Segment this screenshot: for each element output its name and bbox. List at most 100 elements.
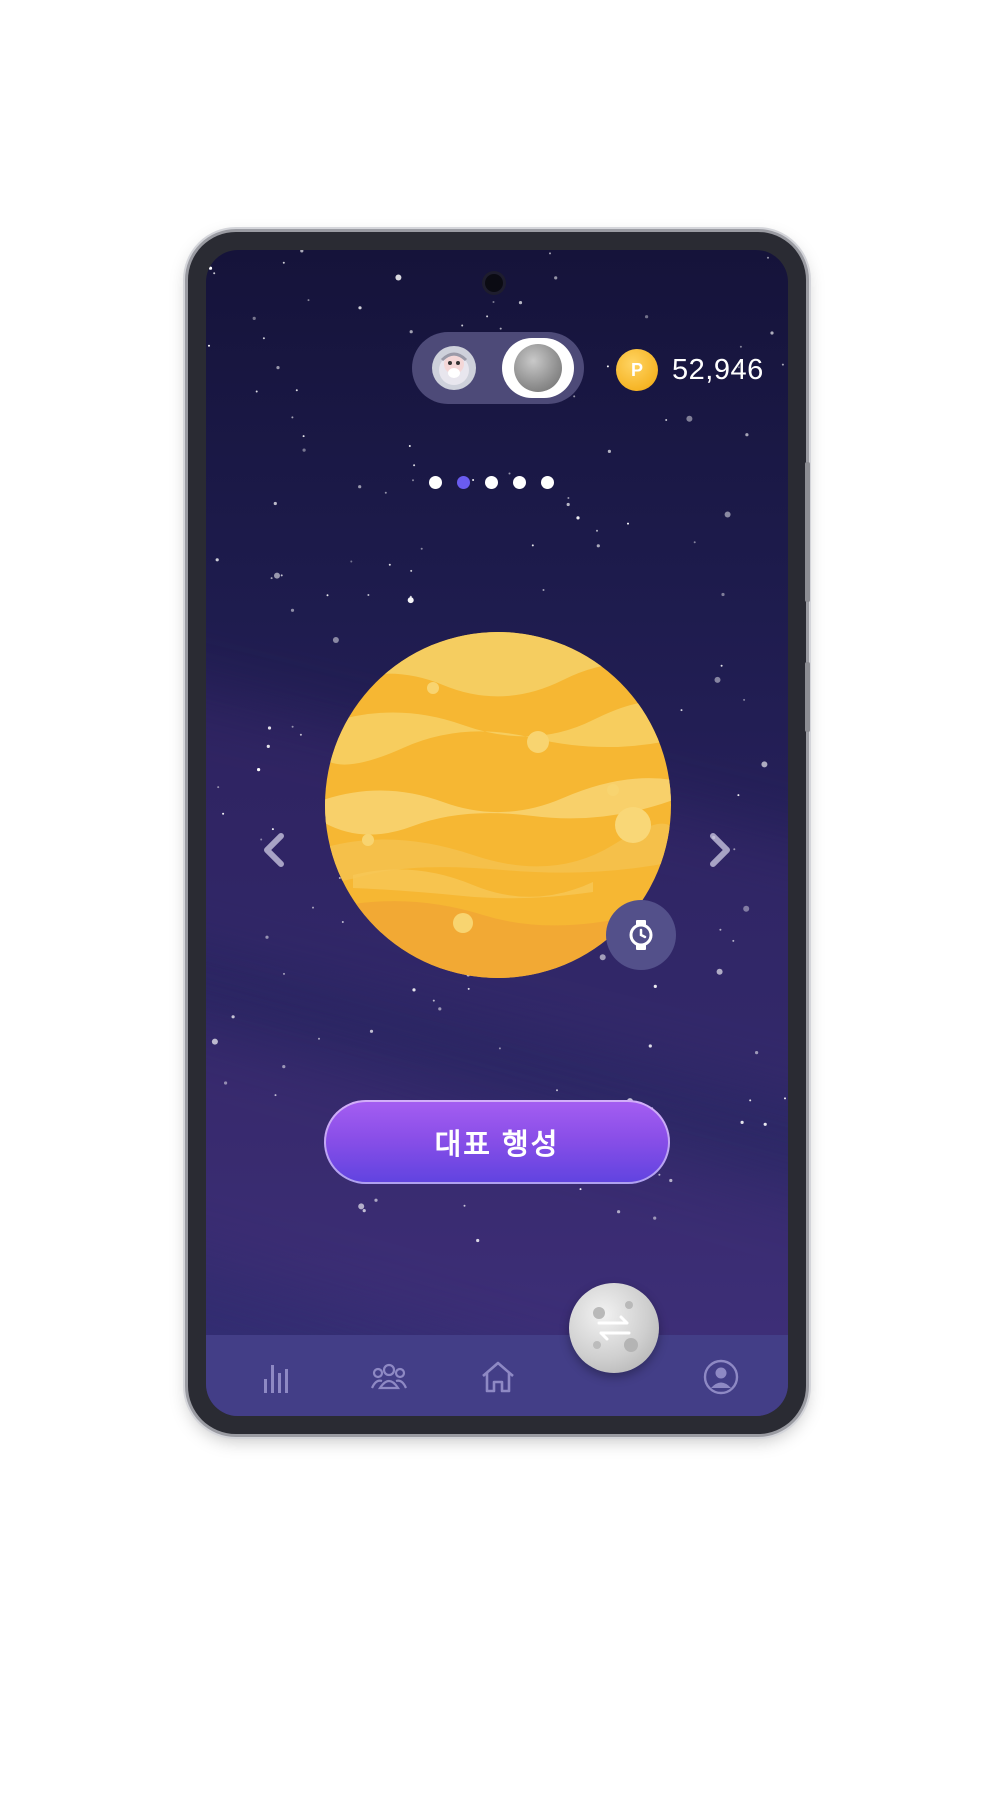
star <box>291 725 294 728</box>
star <box>556 1089 558 1092</box>
star <box>665 419 668 421</box>
star <box>350 560 353 563</box>
phone-frame: P 52,946 대표 행성 <box>188 232 810 1434</box>
star <box>492 301 495 303</box>
star <box>463 1204 466 1207</box>
star <box>290 608 295 612</box>
star <box>432 999 435 1002</box>
star <box>299 733 302 736</box>
watch-button[interactable] <box>606 900 676 970</box>
chevron-left-icon <box>264 833 284 867</box>
page-dot[interactable] <box>429 476 442 489</box>
profile-icon <box>703 1359 739 1395</box>
star <box>217 786 220 789</box>
star <box>606 365 609 368</box>
coin-icon: P <box>616 349 658 391</box>
star <box>763 1122 767 1126</box>
star <box>358 1203 365 1210</box>
page-indicator <box>429 476 554 489</box>
star <box>222 812 225 815</box>
nav-home[interactable] <box>478 1357 518 1397</box>
star <box>732 939 735 942</box>
star <box>719 928 722 931</box>
chevron-right-icon <box>710 833 730 867</box>
star <box>410 569 413 572</box>
group-icon <box>371 1363 407 1390</box>
star <box>302 435 305 438</box>
star <box>211 1038 218 1045</box>
star <box>438 1007 442 1011</box>
star <box>262 337 265 340</box>
watch-icon <box>629 920 653 950</box>
star <box>461 324 464 327</box>
points-value: 52,946 <box>672 353 764 386</box>
star <box>291 416 294 419</box>
nav-stats[interactable] <box>258 1357 298 1397</box>
star <box>767 256 769 259</box>
star <box>358 485 362 489</box>
star <box>274 1094 277 1097</box>
prev-planet-button[interactable] <box>254 828 294 872</box>
star <box>680 709 683 712</box>
star <box>648 1044 652 1048</box>
star <box>617 1210 621 1214</box>
star <box>579 1188 582 1191</box>
swap-arrows-icon <box>593 1301 638 1352</box>
nav-friends[interactable] <box>369 1357 409 1397</box>
nav-profile[interactable] <box>701 1357 741 1397</box>
star <box>542 589 545 591</box>
front-camera <box>485 274 503 292</box>
star <box>720 664 723 667</box>
star <box>596 544 600 548</box>
star <box>208 266 213 270</box>
star <box>367 594 370 596</box>
star <box>295 389 298 392</box>
star <box>215 558 219 562</box>
star <box>498 1047 501 1050</box>
star <box>374 1198 378 1202</box>
star <box>224 1081 228 1085</box>
star <box>318 1037 320 1040</box>
star <box>408 445 411 447</box>
star <box>282 261 285 264</box>
home-icon <box>482 1361 514 1393</box>
star <box>283 972 285 975</box>
star <box>724 511 731 518</box>
planet-swap-button[interactable] <box>569 1283 659 1373</box>
star <box>280 574 283 577</box>
star <box>531 544 534 547</box>
star <box>596 529 598 532</box>
character-toggle[interactable] <box>412 332 584 404</box>
star <box>326 594 329 597</box>
star <box>745 433 749 437</box>
volume-button <box>805 662 810 732</box>
star <box>395 274 402 281</box>
page-dot[interactable] <box>513 476 526 489</box>
next-planet-button[interactable] <box>700 828 740 872</box>
character-avatar[interactable] <box>432 346 476 390</box>
star <box>576 516 580 520</box>
page-dot[interactable] <box>541 476 554 489</box>
bar-chart-icon <box>264 1365 288 1393</box>
star <box>784 1097 786 1100</box>
star <box>749 1099 752 1102</box>
star <box>276 366 280 370</box>
star <box>721 592 725 597</box>
star <box>274 572 280 579</box>
planet-avatar-selected[interactable] <box>502 338 574 398</box>
page-dot[interactable] <box>485 476 498 489</box>
character-face-icon <box>439 352 469 385</box>
page-dot-active[interactable] <box>457 476 470 489</box>
star <box>388 563 391 566</box>
star <box>407 597 414 604</box>
star <box>645 315 649 319</box>
star <box>358 306 362 310</box>
star <box>761 761 768 768</box>
star <box>658 1173 661 1176</box>
star <box>231 1015 235 1019</box>
star <box>266 744 270 748</box>
representative-planet-button[interactable]: 대표 행성 <box>324 1100 670 1184</box>
star <box>213 272 216 275</box>
star <box>412 988 416 992</box>
star <box>770 331 774 335</box>
